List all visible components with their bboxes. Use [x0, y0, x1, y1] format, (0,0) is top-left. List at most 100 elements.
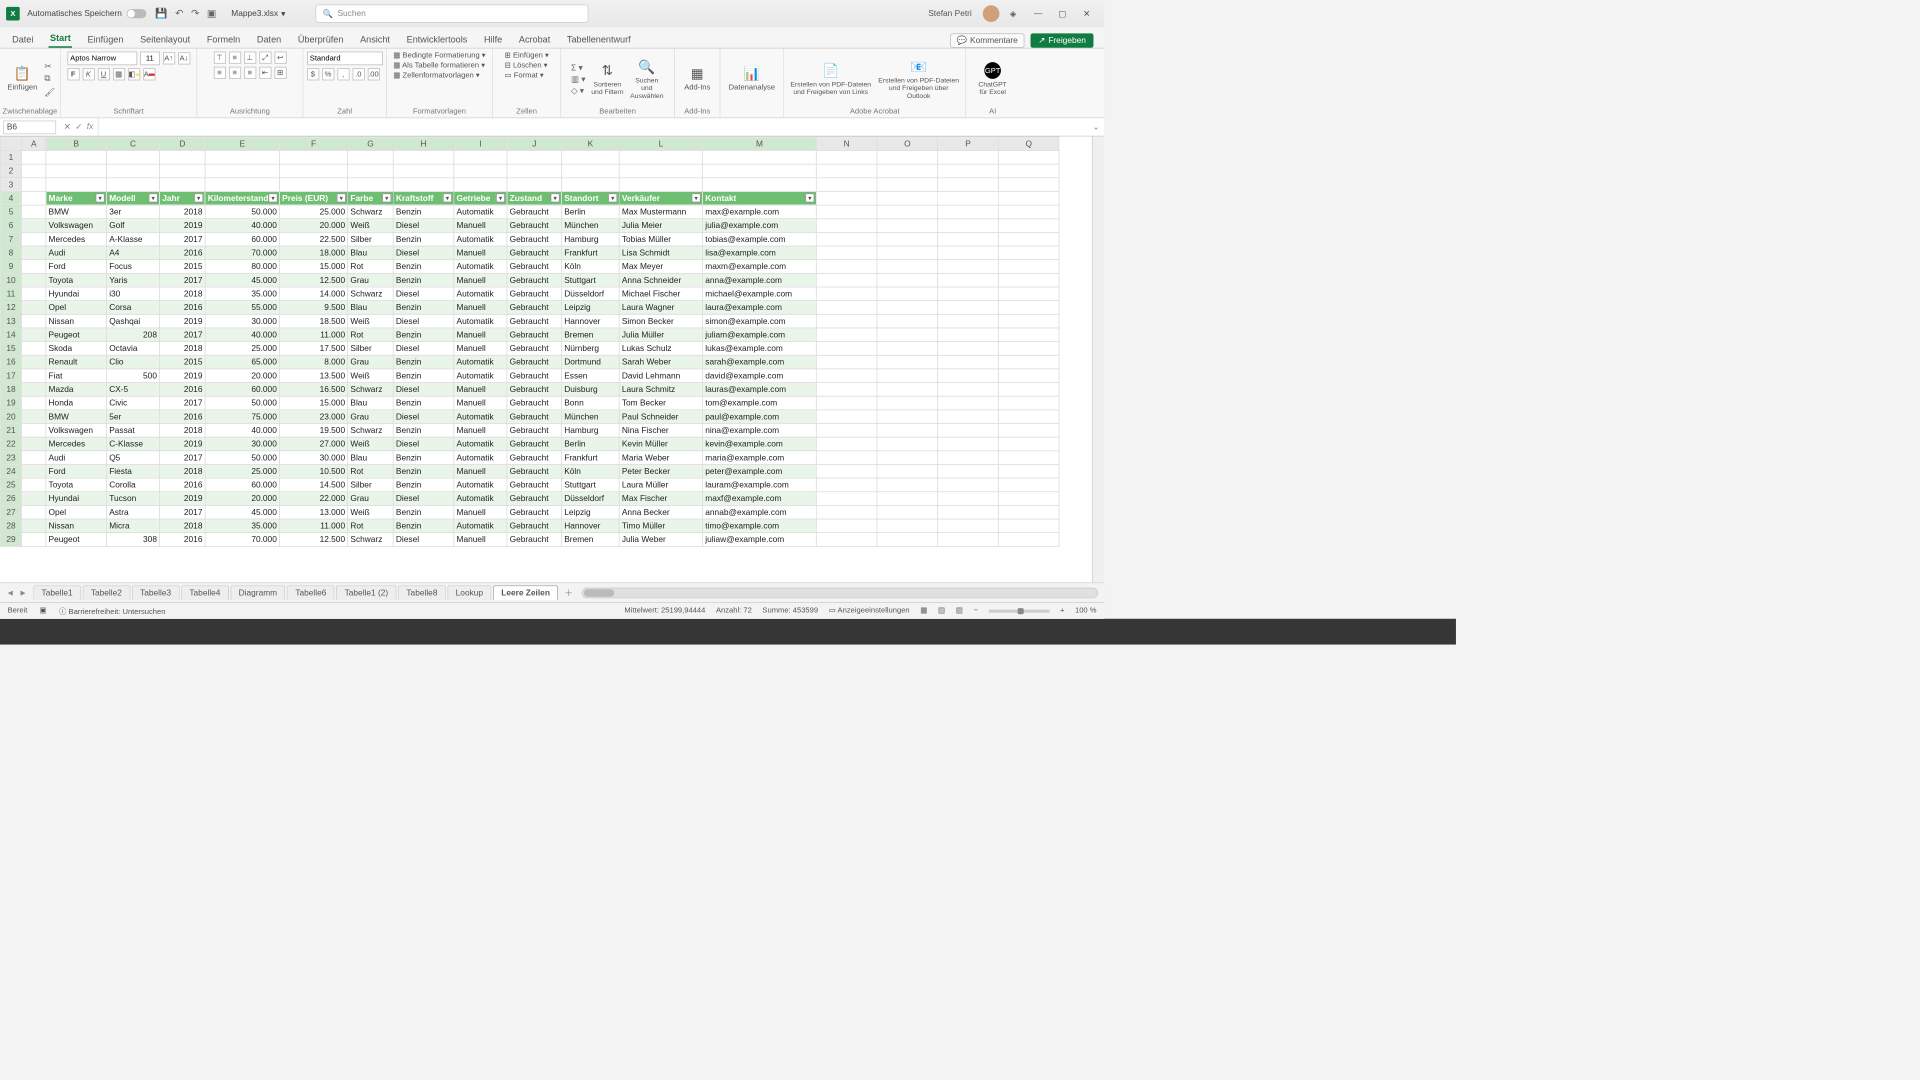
cell[interactable]: [816, 164, 877, 178]
row-header[interactable]: 11: [0, 287, 21, 301]
cell[interactable]: 2018: [160, 424, 205, 438]
cell[interactable]: 2016: [160, 383, 205, 397]
cell[interactable]: Volkswagen: [46, 424, 107, 438]
cell[interactable]: Audi: [46, 451, 107, 465]
cell[interactable]: Julia Weber: [619, 533, 702, 547]
cell[interactable]: Gebraucht: [507, 424, 562, 438]
cell[interactable]: 208: [107, 328, 160, 342]
filter-icon[interactable]: ▾: [692, 193, 701, 202]
cell[interactable]: Automatik: [454, 205, 507, 219]
cell[interactable]: Manuell: [454, 533, 507, 547]
filter-icon[interactable]: ▾: [805, 193, 814, 202]
merge-icon[interactable]: ⊞: [274, 67, 286, 79]
table-header-cell[interactable]: Marke▾: [46, 191, 107, 205]
cell[interactable]: Benzin: [393, 451, 454, 465]
cell[interactable]: Tobias Müller: [619, 232, 702, 246]
cell[interactable]: [507, 164, 562, 178]
cell[interactable]: Peter Becker: [619, 464, 702, 478]
cell[interactable]: 12.500: [279, 273, 347, 287]
cell[interactable]: 40.000: [205, 424, 279, 438]
cell[interactable]: A-Klasse: [107, 232, 160, 246]
cell[interactable]: Gebraucht: [507, 383, 562, 397]
cell[interactable]: Manuell: [454, 246, 507, 260]
sheet-tab[interactable]: Tabelle1 (2): [336, 585, 396, 599]
cell[interactable]: Max Fischer: [619, 492, 702, 506]
cell[interactable]: [619, 178, 702, 192]
cell[interactable]: Automatik: [454, 492, 507, 506]
align-center-icon[interactable]: ≡: [229, 67, 241, 79]
cell[interactable]: Volkswagen: [46, 219, 107, 233]
cell[interactable]: paul@example.com: [703, 410, 817, 424]
cell[interactable]: Diesel: [393, 342, 454, 356]
row-header[interactable]: 20: [0, 410, 21, 424]
filter-icon[interactable]: ▾: [96, 193, 105, 202]
search-input[interactable]: 🔍 Suchen: [316, 5, 589, 23]
macro-record-icon[interactable]: ▣: [40, 607, 47, 615]
fill-color-button[interactable]: ◧: [128, 68, 140, 80]
tab-entwicklertools[interactable]: Entwicklertools: [405, 31, 469, 48]
cell[interactable]: Q5: [107, 451, 160, 465]
tab-datei[interactable]: Datei: [11, 31, 35, 48]
cell[interactable]: [46, 151, 107, 165]
cell[interactable]: Blau: [348, 301, 393, 315]
cell[interactable]: Tucson: [107, 492, 160, 506]
cell[interactable]: [279, 178, 347, 192]
find-select-button[interactable]: 🔍Suchen und Auswählen: [629, 59, 664, 99]
cell[interactable]: Peugeot: [46, 533, 107, 547]
cell-styles-button[interactable]: ▦ Zellenformatvorlagen ▾: [393, 71, 479, 79]
tab-acrobat[interactable]: Acrobat: [517, 31, 551, 48]
insert-cells-button[interactable]: ⊞ Einfügen ▾: [504, 52, 548, 60]
cell[interactable]: 2015: [160, 260, 205, 274]
cell[interactable]: Corolla: [107, 478, 160, 492]
tab-ansicht[interactable]: Ansicht: [359, 31, 392, 48]
cell[interactable]: 12.500: [279, 533, 347, 547]
cell[interactable]: Silber: [348, 342, 393, 356]
cell[interactable]: Blau: [348, 451, 393, 465]
cell[interactable]: [107, 178, 160, 192]
cell[interactable]: Stuttgart: [562, 478, 620, 492]
cell[interactable]: Weiß: [348, 314, 393, 328]
cell[interactable]: 2019: [160, 369, 205, 383]
column-header[interactable]: Q: [998, 137, 1059, 151]
cell[interactable]: 25.000: [205, 464, 279, 478]
cell[interactable]: Clio: [107, 355, 160, 369]
user-name[interactable]: Stefan Petri: [928, 9, 972, 18]
cell[interactable]: peter@example.com: [703, 464, 817, 478]
cell[interactable]: Gebraucht: [507, 219, 562, 233]
cell[interactable]: Gebraucht: [507, 314, 562, 328]
cell[interactable]: [279, 151, 347, 165]
cell[interactable]: Tom Becker: [619, 396, 702, 410]
cell[interactable]: 2018: [160, 519, 205, 533]
cell[interactable]: BMW: [46, 205, 107, 219]
cell[interactable]: Diesel: [393, 314, 454, 328]
cell[interactable]: Hannover: [562, 519, 620, 533]
filter-icon[interactable]: ▾: [268, 193, 277, 202]
cell[interactable]: Weiß: [348, 369, 393, 383]
maximize-button[interactable]: ▢: [1051, 6, 1074, 21]
cell[interactable]: [998, 178, 1059, 192]
cell[interactable]: 55.000: [205, 301, 279, 315]
cell[interactable]: Hannover: [562, 314, 620, 328]
cell[interactable]: Essen: [562, 369, 620, 383]
format-cells-button[interactable]: ▭ Format ▾: [504, 71, 543, 79]
cell[interactable]: [703, 164, 817, 178]
display-settings-button[interactable]: ▭ Anzeigeeinstellungen: [829, 607, 910, 615]
zoom-level[interactable]: 100 %: [1075, 607, 1097, 615]
cell[interactable]: Grau: [348, 410, 393, 424]
cell[interactable]: [938, 178, 999, 192]
cell[interactable]: Mazda: [46, 383, 107, 397]
cell[interactable]: Diesel: [393, 410, 454, 424]
cell[interactable]: tobias@example.com: [703, 232, 817, 246]
zoom-out-icon[interactable]: −: [974, 607, 978, 615]
cell[interactable]: Golf: [107, 219, 160, 233]
cell[interactable]: [998, 164, 1059, 178]
enter-formula-icon[interactable]: ✓: [75, 122, 82, 132]
cell[interactable]: lauram@example.com: [703, 478, 817, 492]
cell[interactable]: juliam@example.com: [703, 328, 817, 342]
tab-start[interactable]: Start: [49, 30, 73, 48]
clear-icon[interactable]: ◇ ▾: [571, 85, 585, 95]
copy-icon[interactable]: ⧉: [44, 74, 55, 84]
camera-icon[interactable]: ▣: [207, 8, 216, 20]
column-header[interactable]: C: [107, 137, 160, 151]
cell[interactable]: Silber: [348, 232, 393, 246]
